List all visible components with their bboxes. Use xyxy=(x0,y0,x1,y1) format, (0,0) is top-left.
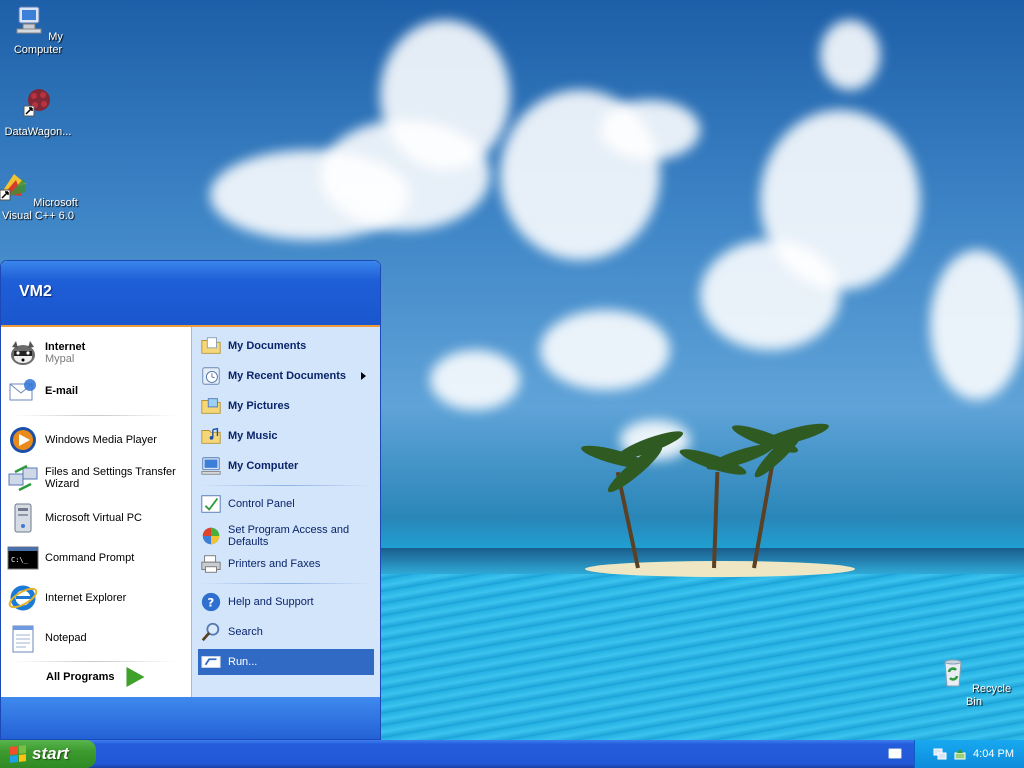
svg-text:C:\_: C:\_ xyxy=(11,556,29,564)
run-item[interactable]: Run... xyxy=(198,649,374,675)
system-control-panel[interactable]: Control Panel xyxy=(198,491,374,517)
place-my-recent-documents[interactable]: My Recent Documents xyxy=(198,363,374,389)
recent-item-windows-media-player[interactable]: Windows Media Player xyxy=(7,421,187,459)
transfer-wizard-icon xyxy=(8,464,38,492)
desktop-icon-my-computer[interactable]: My Computer xyxy=(0,4,78,57)
place-my-computer[interactable]: My Computer xyxy=(198,453,374,479)
safely-remove-hardware-icon[interactable] xyxy=(953,747,967,761)
help-icon: ? xyxy=(201,592,221,612)
folder-music-icon xyxy=(201,427,221,444)
start-menu-header: VM2 xyxy=(1,261,380,327)
keyboard-icon[interactable] xyxy=(888,748,902,759)
printer-icon xyxy=(201,555,221,573)
place-my-pictures[interactable]: My Pictures xyxy=(198,393,374,419)
recent-item-files-settings-transfer[interactable]: Files and Settings Transfer Wizard xyxy=(7,459,187,497)
help-and-support[interactable]: ? Help and Support xyxy=(198,589,374,615)
desktop-icon-visual-cpp[interactable]: Microsoft Visual C++ 6.0 xyxy=(0,170,78,223)
place-my-documents[interactable]: My Documents xyxy=(198,333,374,359)
recent-documents-icon xyxy=(202,367,220,385)
pinned-item-internet[interactable]: Internet Mypal xyxy=(7,335,187,371)
submenu-arrow-icon xyxy=(361,372,366,380)
start-menu-places: My Documents My Recent Documents My Pict… xyxy=(191,327,380,697)
search-icon xyxy=(201,622,220,642)
search-item[interactable]: Search xyxy=(198,619,374,645)
computer-icon xyxy=(201,457,221,475)
network-icon[interactable] xyxy=(933,747,947,761)
recent-item-virtual-pc[interactable]: Microsoft Virtual PC xyxy=(7,499,187,537)
start-menu: VM2 Internet Mypal E-mail Windows Media … xyxy=(0,260,381,740)
pinned-item-email[interactable]: E-mail xyxy=(7,373,187,409)
green-arrow-icon xyxy=(126,667,145,687)
user-name: VM2 xyxy=(19,283,52,300)
desktop-icon-datawagon[interactable]: DataWagon... xyxy=(0,86,78,139)
svg-text:?: ? xyxy=(207,596,214,610)
notepad-icon xyxy=(12,625,34,653)
folder-pictures-icon xyxy=(201,398,221,414)
system-tray: 4:04 PM xyxy=(914,740,1024,768)
recent-item-command-prompt[interactable]: C:\_ Command Prompt xyxy=(7,539,187,577)
datawagon-shortcut-icon xyxy=(23,89,50,117)
folder-documents-icon xyxy=(201,337,221,354)
program-defaults-icon xyxy=(202,527,220,545)
media-player-icon xyxy=(10,427,36,453)
start-menu-footer xyxy=(1,697,380,739)
virtual-pc-icon xyxy=(14,503,32,533)
run-icon xyxy=(201,656,221,668)
windows-flag-icon xyxy=(10,745,26,763)
recent-item-notepad[interactable]: Notepad xyxy=(7,619,187,657)
taskbar: start 4:04 PM xyxy=(0,740,1024,768)
system-printers-faxes[interactable]: Printers and Faxes xyxy=(198,551,374,577)
visual-cpp-icon xyxy=(0,174,27,201)
all-programs-button[interactable]: All Programs xyxy=(46,667,145,687)
mypal-browser-icon xyxy=(11,341,35,365)
internet-explorer-icon xyxy=(8,585,38,611)
computer-icon xyxy=(16,6,42,34)
recent-item-internet-explorer[interactable]: Internet Explorer xyxy=(7,579,187,617)
recycle-bin-icon xyxy=(944,659,962,687)
start-menu-programs: Internet Mypal E-mail Windows Media Play… xyxy=(1,327,191,697)
control-panel-icon xyxy=(201,495,221,513)
clock[interactable]: 4:04 PM xyxy=(973,748,1014,760)
start-button[interactable]: start xyxy=(0,740,96,768)
command-prompt-icon: C:\_ xyxy=(7,546,39,570)
email-icon xyxy=(9,379,36,401)
place-my-music[interactable]: My Music xyxy=(198,423,374,449)
system-set-program-access[interactable]: Set Program Access and Defaults xyxy=(198,521,374,551)
desktop-icon-recycle-bin[interactable]: Recycle Bin xyxy=(934,656,1014,709)
